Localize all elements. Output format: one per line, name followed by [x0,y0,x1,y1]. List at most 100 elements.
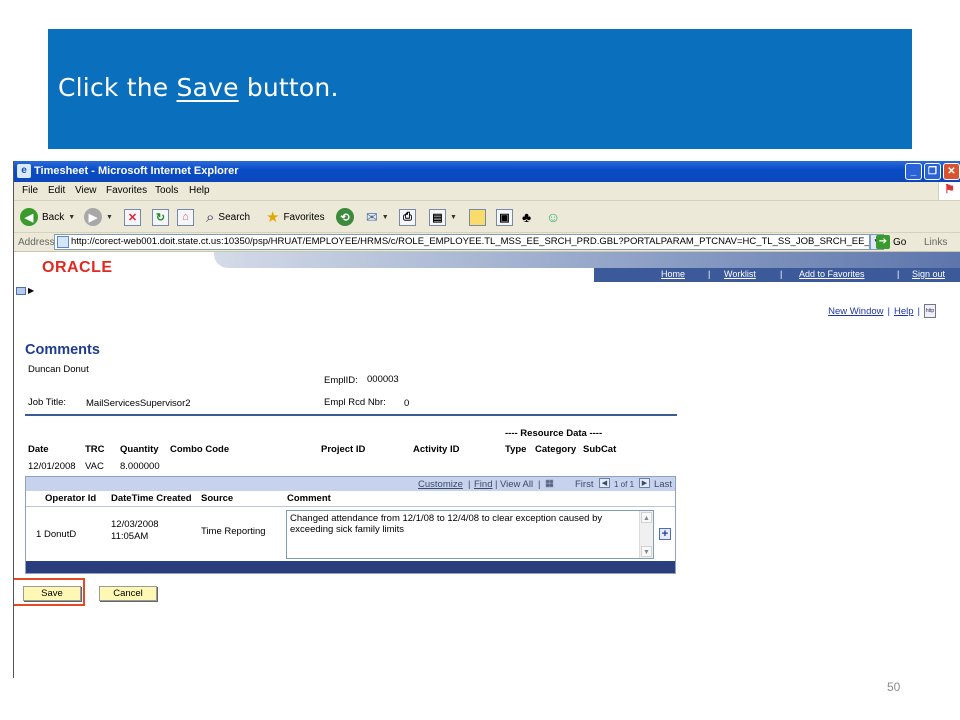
windows-logo-icon: ⚑ [938,182,960,200]
nav-add-favorites-link[interactable]: Add to Favorites [799,269,865,279]
instruction-save-word: Save [176,73,239,102]
forward-arrow-icon: ▶ [84,208,102,226]
find-link[interactable]: Find [474,479,492,490]
url-field[interactable]: http://corect-web001.doit.state.ct.us:10… [54,234,870,250]
menu-file[interactable]: File [22,185,38,196]
row-range: 1 of 1 [614,480,635,489]
mail-button[interactable]: ✉ ▼ [366,207,389,227]
col-datetime-created: DateTime Created [111,493,192,504]
page-title: Comments [25,342,100,358]
comments-grid: Customize | Find | View All | ▦ First ◀ … [25,476,676,574]
slide: Click the Save button. e Timesheet - Mic… [0,0,960,720]
links-button[interactable]: Links [924,237,947,248]
stop-icon: ✕ [124,208,141,226]
col-subcat: SubCat [583,444,617,455]
nav-strip-top [214,252,960,268]
comment-scrollbar[interactable]: ▲ ▼ [639,511,653,558]
menu-view[interactable]: View [75,185,97,196]
employee-name: Duncan Donut [28,364,89,375]
print-button[interactable]: ⎙ [399,207,416,227]
go-arrow-icon: ➔ [876,235,890,249]
address-label: Address [18,237,55,248]
emplid-value: 000003 [367,374,399,385]
folder-icon [469,208,486,226]
emplid-label: EmplID: [324,375,358,386]
new-window-link[interactable]: New Window [828,306,883,317]
add-row-icon[interactable]: + [659,528,671,540]
nav-signout-link[interactable]: Sign out [912,269,945,279]
entry-quantity: 8.000000 [120,461,160,472]
browser-window: e Timesheet - Microsoft Internet Explore… [13,161,960,678]
table-row: 1 DonutD 12/03/2008 11:05AM Time Reporti… [26,507,675,562]
go-button[interactable]: ➔ Go [876,235,906,249]
comment-textarea[interactable]: Changed attendance from 12/1/08 to 12/4/… [286,510,654,559]
grid-download-icon[interactable]: ▦ [545,478,554,489]
next-icon[interactable]: ▶ [639,478,650,489]
entry-date: 12/01/2008 [28,461,76,472]
search-button[interactable]: ⌕ Search [206,207,250,227]
menu-help[interactable]: Help [189,185,210,196]
star-icon: ★ [266,209,280,226]
row-date: 12/03/2008 [111,519,159,530]
scroll-up-icon[interactable]: ▲ [641,512,652,523]
menu-edit[interactable]: Edit [48,185,65,196]
oracle-logo: ORACLE [42,259,113,276]
link-separator: | [917,305,920,317]
col-activity-id: Activity ID [413,444,460,455]
job-title-label: Job Title: [28,397,67,408]
search-label: Search [218,211,251,223]
home-button[interactable]: ⌂ [177,207,194,227]
edit-button[interactable]: ▤ ▼ [429,207,457,227]
top-links: New Window | Help | http [828,304,936,318]
help-link[interactable]: Help [894,306,914,317]
prev-icon[interactable]: ◀ [599,478,610,489]
save-button[interactable]: Save [23,586,81,601]
col-source: Source [201,493,234,504]
users-icon: ☺ [546,209,561,225]
restore-icon[interactable]: ❐ [924,163,941,180]
http-icon[interactable]: http [924,304,936,318]
customize-link[interactable]: Customize [418,479,463,490]
research-button[interactable]: ▣ [496,207,513,227]
row-source: Time Reporting [201,526,266,537]
folder-button[interactable] [469,207,486,227]
empl-rcd-value: 0 [404,398,410,409]
pagelet-arrow-icon[interactable]: ▶ [28,286,34,295]
minimize-icon[interactable]: _ [905,163,922,180]
forward-dropdown-icon: ▼ [106,213,113,221]
nav-home-link[interactable]: Home [661,269,685,279]
grid-separator: | [468,479,471,490]
history-button[interactable]: ⟲ [336,207,354,227]
nav-worklist-link[interactable]: Worklist [724,269,756,279]
close-icon[interactable]: ✕ [943,163,960,180]
cancel-button[interactable]: Cancel [99,586,157,601]
favorites-button[interactable]: ★ Favorites [266,207,325,227]
entry-trc: VAC [85,461,104,472]
grid-header: Customize | Find | View All | ▦ First ◀ … [26,477,675,491]
first-link[interactable]: First [575,479,593,490]
nav-separator: | [708,269,711,279]
stop-button[interactable]: ✕ [124,207,141,227]
scroll-down-icon[interactable]: ▼ [641,546,652,557]
last-link[interactable]: Last [654,479,672,490]
menu-favorites[interactable]: Favorites [106,185,147,196]
nav-strip: Home | Worklist | Add to Favorites | Sig… [214,252,960,282]
favorites-label: Favorites [283,211,325,223]
edit-icon: ▤ [429,208,446,226]
menu-tools[interactable]: Tools [155,185,178,196]
users-button[interactable]: ☺ [546,207,560,227]
refresh-button[interactable]: ↻ [152,207,169,227]
back-button[interactable]: ◀ Back ▼ [20,207,75,227]
slide-number: 50 [887,680,901,694]
grid-separator: | [495,479,498,490]
messenger-button[interactable]: ♣ [522,207,531,227]
pagelet-icon[interactable] [16,287,26,295]
view-all-link[interactable]: View All [500,479,533,490]
window-title: Timesheet - Microsoft Internet Explorer [34,165,239,177]
research-icon: ▣ [496,208,513,226]
nav-separator: | [897,269,900,279]
col-combo-code: Combo Code [170,444,230,455]
print-icon: ⎙ [399,208,416,226]
grid-footer [26,561,675,573]
forward-button[interactable]: ▶ ▼ [84,207,113,227]
